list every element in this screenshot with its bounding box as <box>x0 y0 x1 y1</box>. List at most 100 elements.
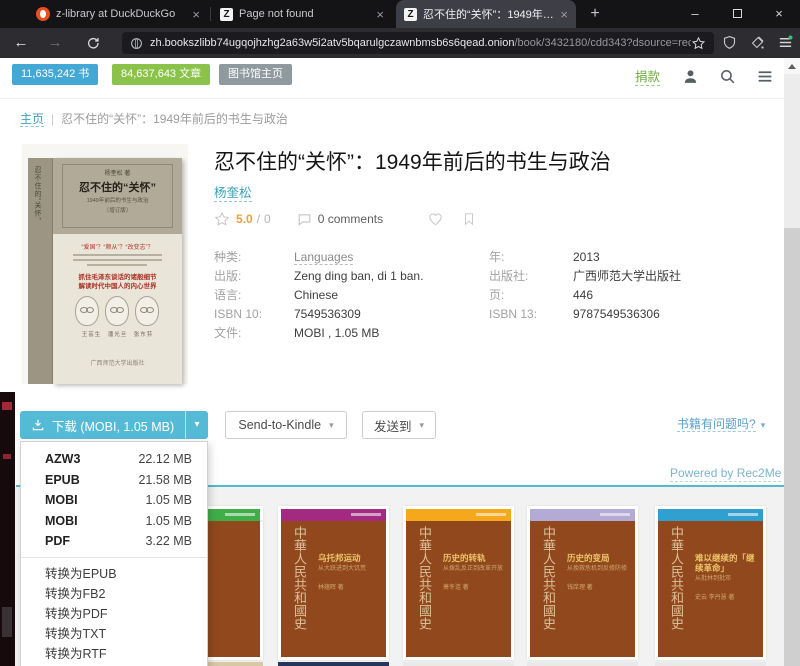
download-format-menu: AZW322.12 MB EPUB21.58 MB MOBI1.05 MB MO… <box>20 441 208 666</box>
donate-link[interactable]: 捐款 <box>635 70 660 86</box>
cover-subtitle-line: 1949年前后的书生与政治 <box>53 196 182 204</box>
browser-chrome: z-library at DuckDuckGo × Z Page not fou… <box>0 0 800 58</box>
tab-duckduckgo[interactable]: z-library at DuckDuckGo × <box>28 0 208 28</box>
rating-star-icon[interactable] <box>214 211 230 227</box>
breadcrumb: 主页|忍不住的“关怀”：1949年前后的书生与政治 <box>20 110 288 127</box>
url-text: zh.bookszlibb74ugqojhzhg2a63w5i2atv5bqar… <box>150 37 691 49</box>
download-options-caret[interactable]: ▾ <box>185 411 208 439</box>
chevron-down-icon: ▾ <box>761 420 766 430</box>
rating-count: 0 <box>264 212 271 226</box>
comments-icon[interactable] <box>297 212 312 227</box>
forward-icon[interactable]: → <box>44 28 66 58</box>
tab-active-book[interactable]: Z 忍不住的“关怀”：1949年前后的 × <box>396 0 576 28</box>
download-icon <box>31 418 45 432</box>
download-button[interactable]: 下载 (MOBI, 1.05 MB) <box>20 411 185 439</box>
breadcrumb-home-link[interactable]: 主页 <box>20 112 44 127</box>
book-front-cover: 杨奎松 著 忍不住的“关怀” 1949年前后的书生与政治 〔增订版〕 “爱国”？… <box>53 158 182 384</box>
page-title: 忍不住的“关怀”：1949年前后的书生与政治 <box>214 146 754 176</box>
rating-value: 5.0 <box>236 212 253 226</box>
back-icon[interactable]: ← <box>10 28 32 58</box>
scrollbar-thumb[interactable] <box>784 228 800 666</box>
clean-sweep-icon[interactable] <box>746 28 768 58</box>
cover-title-line: 忍不住的“关怀” <box>53 179 182 195</box>
tab-close-icon[interactable]: × <box>560 8 568 21</box>
zlibrary-icon: Z <box>220 8 233 21</box>
search-icon[interactable] <box>719 68 736 90</box>
account-icon[interactable] <box>682 68 699 90</box>
cover-publisher: 广西师范大学出版社 <box>53 358 182 367</box>
browser-toolbar: ← → zh.bookszlibb74ugqojhzhg2a63w5i2atv5… <box>0 28 800 58</box>
format-option-pdf[interactable]: PDF3.22 MB <box>21 531 207 552</box>
cover-tagline: “爱国”？“顺从”？“改变志”？ <box>53 242 182 251</box>
badge-library-home[interactable]: 图书馆主页 <box>219 64 292 85</box>
book-cover-image[interactable]: 忍不住的“关怀” 杨奎松 著 忍不住的“关怀” 1949年前后的书生与政治 〔增… <box>22 144 188 384</box>
cover-highlight: 解读时代中国人的内心世界 <box>53 280 182 290</box>
series-color-bar <box>658 509 763 521</box>
cover-portrait <box>135 296 159 326</box>
meta-value: 9787549536306 <box>573 307 660 321</box>
window-minimize-button[interactable]: – <box>680 0 710 28</box>
cover-portrait <box>75 296 99 326</box>
tab-page-not-found[interactable]: Z Page not found × <box>212 0 392 28</box>
series-color-bar <box>406 509 511 521</box>
book-spine: 忍不住的“关怀” <box>28 158 53 384</box>
related-book-card[interactable]: 中華人民共和國史 历史的转轨 从拨乱反正到改革开放 萧冬连 著 <box>403 506 514 660</box>
related-book-card[interactable] <box>403 662 514 666</box>
format-option-epub[interactable]: EPUB21.58 MB <box>21 470 207 491</box>
tab-title: Page not found <box>239 8 370 20</box>
meta-value: MOBI , 1.05 MB <box>294 326 379 340</box>
related-book-card[interactable]: 中華人民共和國史 难以继续的「继续革命」 从批林到批邓 史云 李丹慧 著 <box>655 506 766 660</box>
meta-value: 2013 <box>573 250 600 264</box>
cover-portrait <box>105 296 129 326</box>
tab-close-icon[interactable]: × <box>376 8 384 21</box>
cover-portrait-names: 王芸生 潘光旦 张东荪 <box>53 330 182 338</box>
convert-option-txt[interactable]: 转换为TXT <box>21 624 207 644</box>
window-close-button[interactable]: × <box>764 0 794 28</box>
cover-author-line: 杨奎松 著 <box>53 168 182 177</box>
meta-value: 广西师范大学出版社 <box>573 269 681 283</box>
convert-option-rtf[interactable]: 转换为RTF <box>21 644 207 664</box>
badge-books-count[interactable]: 11,635,242 书 <box>12 64 98 85</box>
related-book-card[interactable] <box>527 662 638 666</box>
duckduckgo-icon <box>36 7 50 21</box>
send-to-button[interactable]: 发送到▾ <box>362 411 436 439</box>
bookmark-star-icon[interactable] <box>691 36 706 51</box>
meta-languages-link[interactable]: Languages <box>294 250 353 265</box>
related-book-title: 难以继续的「继续革命」 <box>695 553 757 573</box>
tab-bar: z-library at DuckDuckGo × Z Page not fou… <box>0 0 800 28</box>
convert-option-fb2[interactable]: 转换为FB2 <box>21 584 207 604</box>
browser-menu-icon[interactable] <box>774 28 796 58</box>
series-calligraphy: 中華人民共和國史 <box>414 526 433 654</box>
bookmark-icon[interactable] <box>462 211 476 227</box>
new-tab-button[interactable]: + <box>584 3 606 25</box>
scrollbar-up-button[interactable] <box>784 58 800 74</box>
convert-option-epub[interactable]: 转换为EPUB <box>21 564 207 584</box>
format-option-azw3[interactable]: AZW322.12 MB <box>21 449 207 470</box>
book-cover-fragment <box>0 392 15 666</box>
format-option-mobi[interactable]: MOBI1.05 MB <box>21 490 207 511</box>
powered-by-link[interactable]: Powered by Rec2Me <box>670 466 781 482</box>
tab-separator <box>210 7 211 21</box>
favorite-heart-icon[interactable] <box>427 211 444 227</box>
zlibrary-icon: Z <box>404 8 417 21</box>
tab-title: z-library at DuckDuckGo <box>56 8 186 20</box>
related-book-card[interactable] <box>655 662 766 666</box>
tab-close-icon[interactable]: × <box>192 8 200 21</box>
convert-option-pdf[interactable]: 转换为PDF <box>21 604 207 624</box>
url-bar[interactable]: zh.bookszlibb74ugqojhzhg2a63w5i2atv5bqar… <box>122 32 714 54</box>
related-book-card[interactable]: 中華人民共和國史 历史的变局 从挽救危机到反修防修 钱庠理 著 <box>527 506 638 660</box>
related-book-card[interactable]: 中華人民共和國史 乌托邦运动 从大跃进到大饥荒 林蕴晖 著 <box>278 506 389 660</box>
series-color-bar <box>530 509 635 521</box>
format-option-mobi[interactable]: MOBI1.05 MB <box>21 511 207 532</box>
site-info-icon[interactable] <box>130 37 143 50</box>
related-book-card[interactable] <box>278 662 389 666</box>
shield-icon[interactable] <box>718 28 740 58</box>
reload-icon[interactable] <box>82 28 104 58</box>
page-menu-icon[interactable] <box>756 68 774 90</box>
report-problem-link[interactable]: 书籍有问题吗?▾ <box>677 415 765 432</box>
window-maximize-button[interactable] <box>722 0 752 28</box>
comments-link[interactable]: 0 comments <box>318 212 383 226</box>
badge-articles-count[interactable]: 84,637,643 文章 <box>112 64 210 85</box>
send-to-kindle-button[interactable]: Send-to-Kindle▾ <box>225 411 347 439</box>
author-link[interactable]: 杨奎松 <box>214 186 252 202</box>
